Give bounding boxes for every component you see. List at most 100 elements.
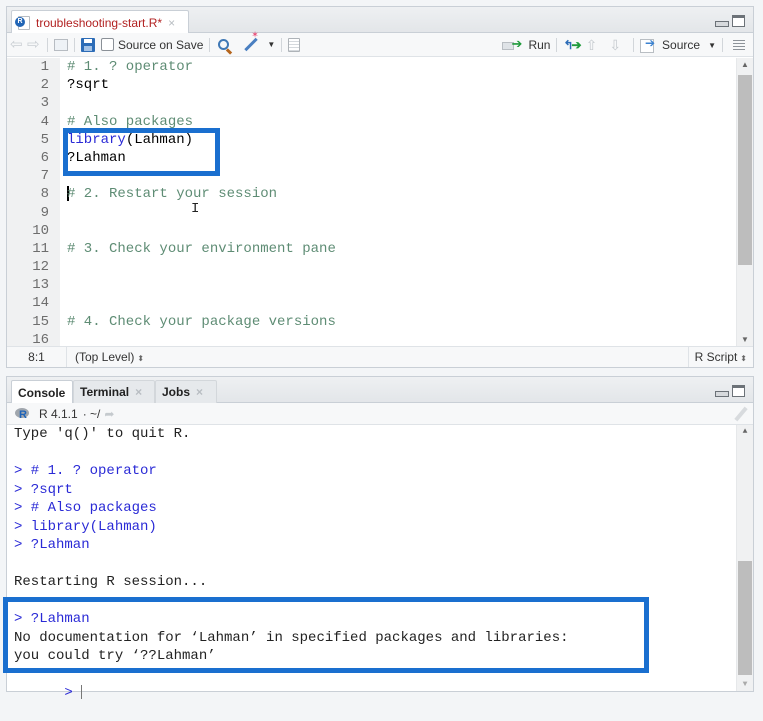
go-to-directory-icon[interactable]: ➦ [104, 407, 114, 421]
line-number: 4 [40, 113, 49, 130]
console-input-line: > ?Lahman [14, 537, 90, 553]
line-number: 15 [32, 313, 49, 330]
code-text: # 4. Check your package versions [49, 313, 336, 331]
scroll-down-icon[interactable]: ▼ [737, 335, 753, 344]
rerun-icon[interactable]: ↰➔ [563, 38, 581, 52]
source-arrow-icon [640, 36, 658, 53]
editor-line[interactable]: 1 # 1. ? operator [7, 58, 735, 76]
chevron-down-icon[interactable]: ▼ [708, 41, 716, 50]
magic-wand-icon [244, 37, 259, 52]
minimize-pane-button[interactable] [715, 21, 729, 27]
tab-terminal-label: Terminal [80, 385, 130, 399]
editor-scroll-thumb[interactable] [738, 75, 752, 265]
tab-jobs[interactable]: Jobs × [155, 380, 217, 404]
run-arrow-icon [502, 36, 524, 52]
editor-line[interactable]: 10 [7, 222, 735, 240]
code-statement: ?sqrt [67, 77, 110, 94]
editor-line[interactable]: 14 [7, 294, 735, 312]
close-tab-icon[interactable]: × [196, 385, 203, 399]
code-comment: # Also packages [67, 113, 194, 130]
editor-line[interactable]: 11 # 3. Check your environment pane [7, 240, 735, 258]
save-icon[interactable] [81, 37, 95, 52]
scroll-up-icon[interactable]: ▲ [737, 60, 753, 69]
code-text: # Also packages [49, 113, 193, 131]
scroll-up-icon[interactable]: ▲ [737, 427, 753, 436]
editor-line[interactable]: 15 # 4. Check your package versions [7, 313, 735, 331]
chevron-down-icon: ▼ [267, 40, 276, 49]
console-input-line: > # 1. ? operator [14, 463, 157, 479]
console-input-line: > ?sqrt [14, 481, 73, 498]
editor-line[interactable]: 9 [7, 204, 735, 222]
code-editor[interactable]: 1 # 1. ? operator 2 ?sqrt 3 4 # Also packages 5… [7, 58, 753, 348]
editor-line[interactable]: 4 # Also packages [7, 113, 735, 131]
console-scrollbar[interactable]: ▲ ▼ [736, 425, 753, 691]
go-up-icon[interactable]: ⇧ [586, 37, 598, 54]
editor-line[interactable]: 3 [7, 94, 735, 112]
code-text: ?sqrt [49, 76, 109, 94]
editor-line[interactable]: 13 [7, 276, 735, 294]
line-number: 1 [40, 59, 49, 75]
code-tools-button[interactable]: ▼ [243, 37, 276, 52]
editor-tabbar: R troubleshooting-start.R* × [7, 7, 753, 34]
tab-terminal[interactable]: Terminal × [73, 380, 155, 404]
file-type-selector[interactable]: R Script ⬍ [687, 347, 753, 367]
line-number: 2 [40, 77, 49, 94]
code-comment: # 4. Check your package versions [67, 313, 336, 330]
compile-report-icon[interactable] [288, 37, 301, 52]
console-header: R R 4.1.1 · ~/ ➦ [7, 403, 753, 425]
code-statement: ?Lahman [67, 149, 126, 166]
editor-scrollbar[interactable]: ▲ ▼ [736, 58, 753, 346]
console-scroll-thumb[interactable] [738, 561, 752, 675]
file-type-label: R Script [694, 350, 738, 364]
maximize-pane-button[interactable] [732, 15, 745, 27]
minimize-pane-button[interactable] [715, 391, 729, 397]
editor-line[interactable]: 2 ?sqrt [7, 76, 735, 94]
show-in-window-icon[interactable] [54, 38, 68, 51]
editor-line[interactable]: 5 library(Lahman) [7, 131, 735, 149]
document-outline-icon[interactable] [733, 40, 745, 50]
r-logo-icon: R [15, 407, 31, 421]
line-number: 6 [40, 149, 49, 166]
console-input-line: > library(Lahman) [14, 518, 157, 535]
updown-icon: ⬍ [740, 354, 747, 363]
go-down-icon[interactable]: ⇩ [609, 37, 621, 54]
run-button[interactable]: Run [502, 36, 550, 52]
file-tab-label: troubleshooting-start.R* [36, 15, 163, 30]
editor-line[interactable]: 12 [7, 258, 735, 276]
code-text: # 3. Check your environment pane [49, 240, 336, 258]
source-button[interactable]: Source ▼ [640, 36, 716, 53]
editor-line[interactable]: 6 ?Lahman [7, 149, 735, 167]
scroll-down-icon[interactable]: ▼ [737, 680, 753, 689]
cursor-position: 8:1 [7, 347, 67, 367]
updown-icon: ⬍ [137, 354, 145, 363]
editor-line[interactable]: 7 [7, 167, 735, 185]
line-number: 5 [40, 131, 49, 148]
console-output-line: you could try ‘??Lahman’ [14, 648, 216, 664]
file-tab[interactable]: R troubleshooting-start.R* × [11, 10, 189, 34]
source-on-save-label: Source on Save [118, 37, 204, 52]
forward-arrow-icon[interactable]: ⇨ [27, 37, 41, 52]
working-directory[interactable]: · ~/ [83, 407, 101, 421]
console-output[interactable]: Type 'q()' to quit R. > # 1. ? operator > … [3, 425, 753, 701]
r-file-icon: R [15, 15, 30, 30]
source-on-save-toggle[interactable]: Source on Save [101, 38, 203, 52]
clear-console-broom-icon[interactable] [734, 406, 748, 422]
close-tab-icon[interactable]: × [168, 16, 175, 30]
search-icon[interactable] [218, 39, 230, 50]
console-prompt[interactable]: > [7, 666, 753, 701]
console-input-line: > ?Lahman [14, 611, 90, 627]
maximize-pane-button[interactable] [732, 385, 745, 397]
source-on-save-checkbox[interactable] [101, 38, 114, 51]
scope-selector[interactable]: (Top Level) ⬍ [67, 350, 144, 364]
close-tab-icon[interactable]: × [135, 385, 142, 399]
line-number: 3 [40, 95, 49, 112]
editor-statusbar: 8:1 (Top Level) ⬍ R Script ⬍ [7, 346, 753, 367]
line-number: 9 [40, 204, 49, 221]
editor-line[interactable]: 8 # 2. Restart your session [7, 185, 735, 203]
tab-console[interactable]: Console [11, 380, 73, 404]
line-number: 13 [32, 277, 49, 294]
back-arrow-icon[interactable]: ⇦ [10, 37, 24, 52]
